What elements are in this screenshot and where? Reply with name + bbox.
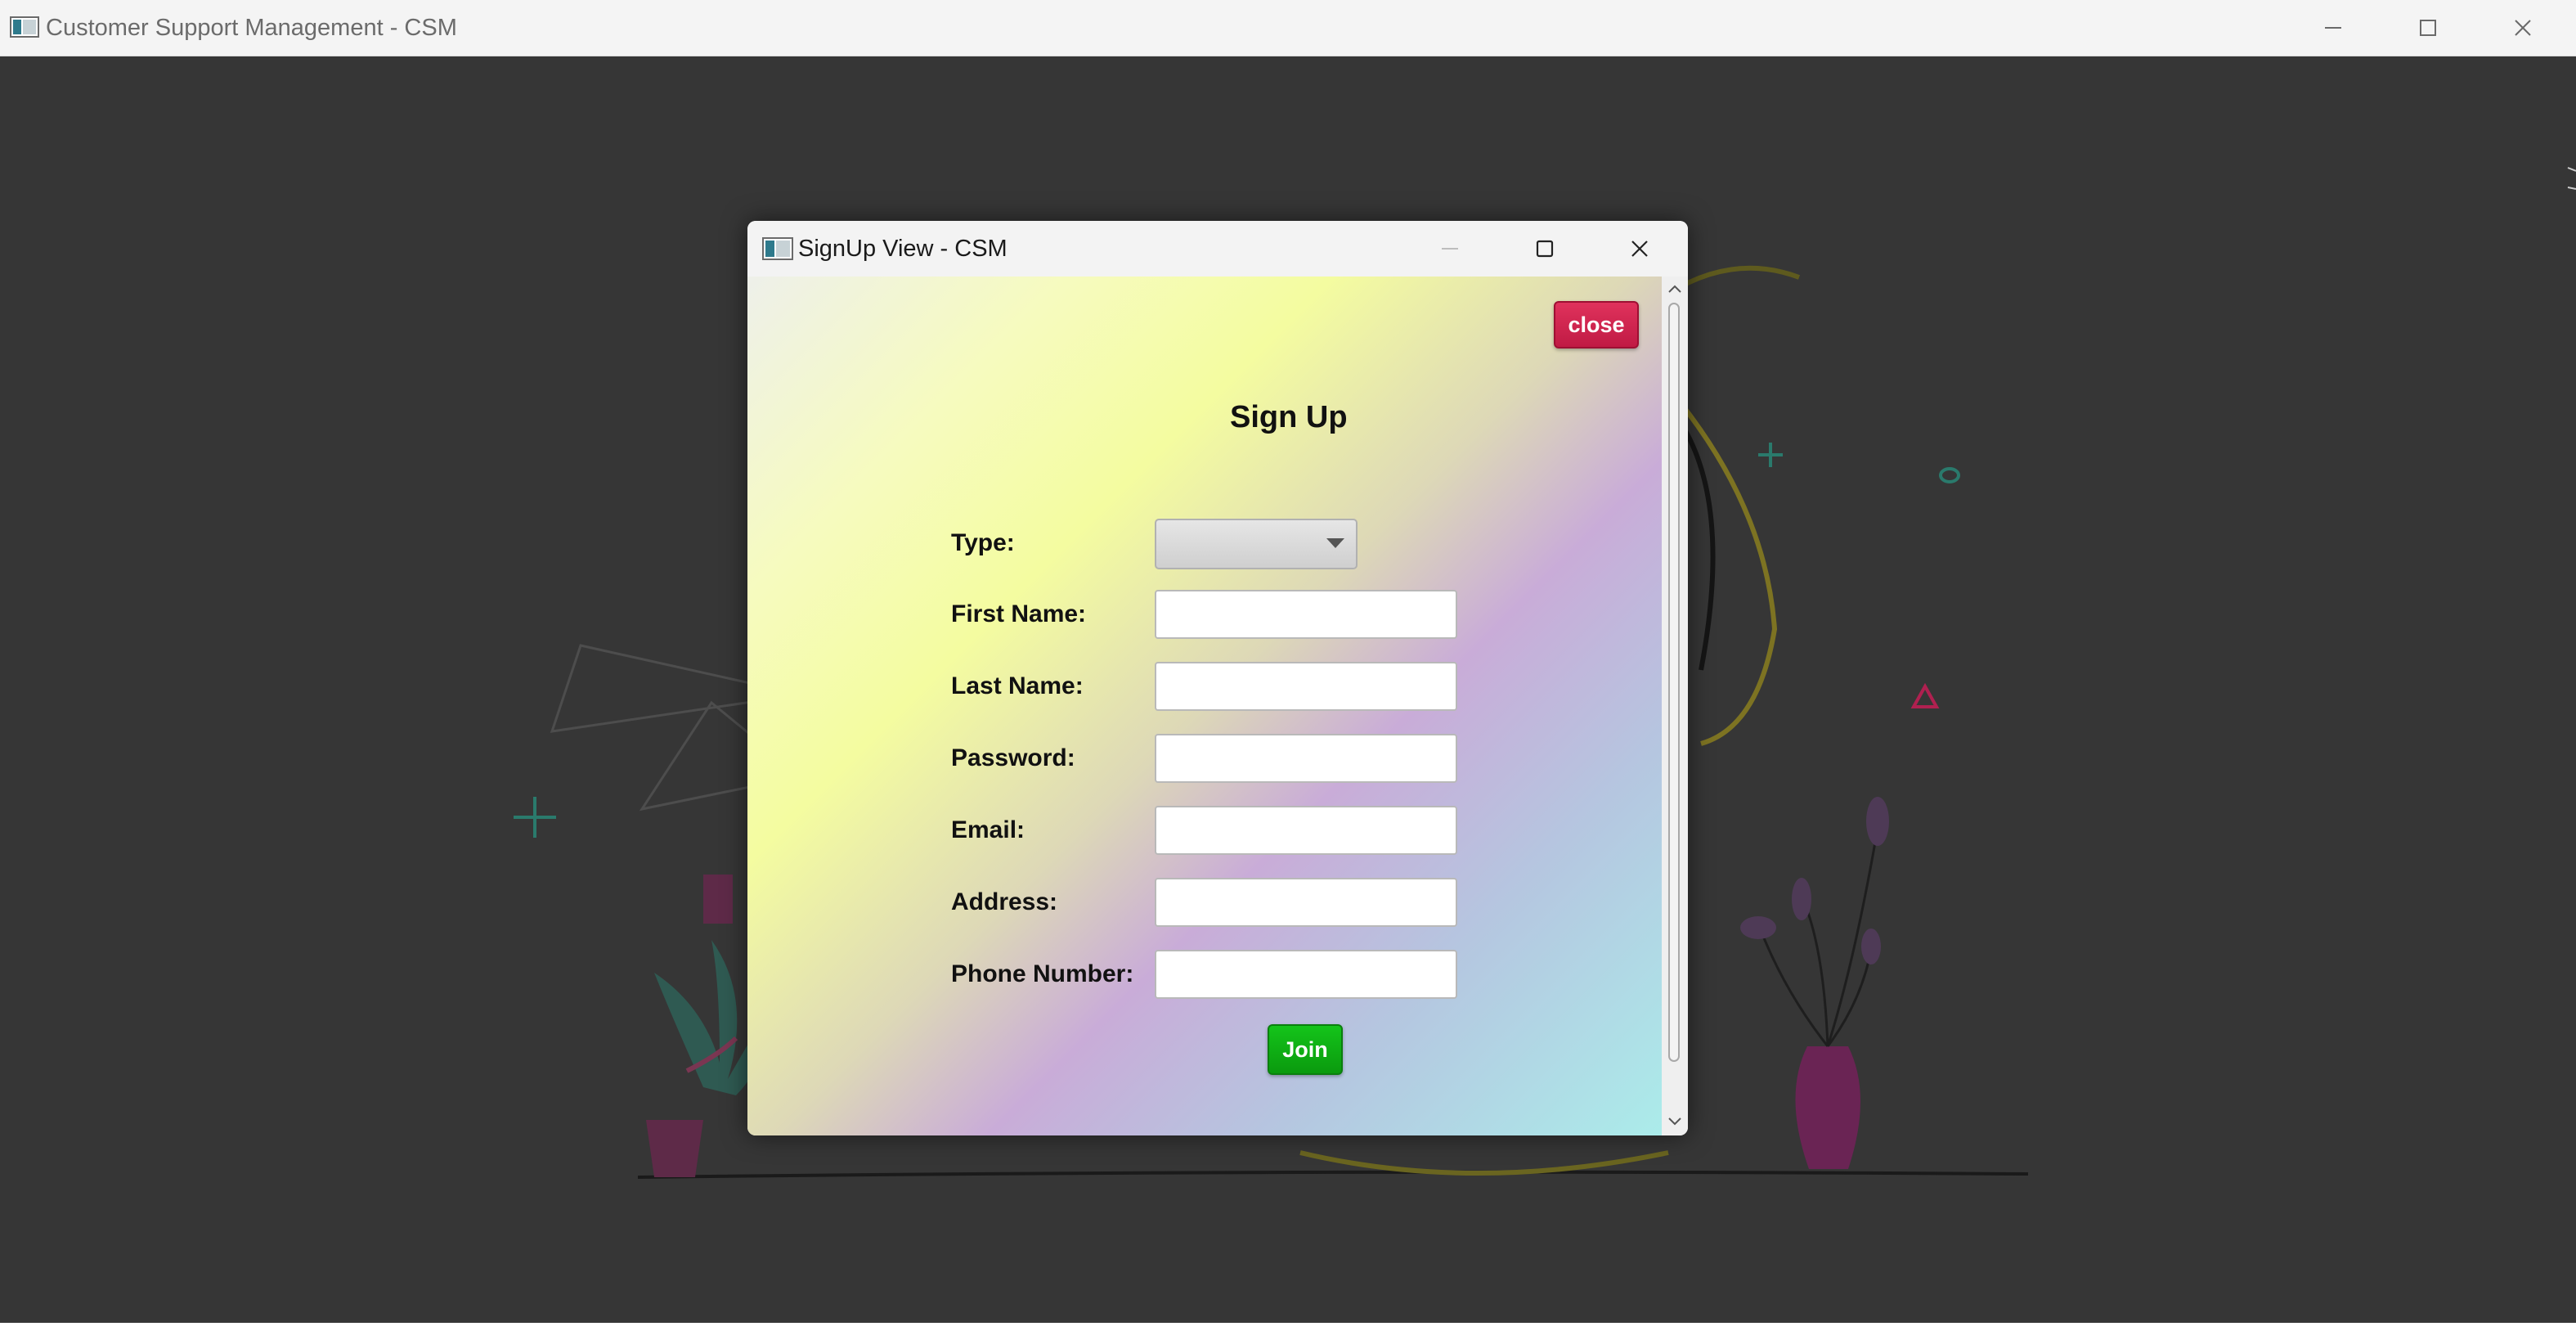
dialog-maximize-button[interactable] [1508, 229, 1582, 268]
last-name-label: Last Name: [951, 672, 1084, 699]
maximize-button[interactable] [2391, 8, 2465, 47]
phone-number-label: Phone Number: [951, 960, 1134, 987]
phone-number-field[interactable] [1155, 950, 1457, 999]
maximize-icon [1536, 240, 1554, 258]
password-field[interactable] [1155, 734, 1457, 783]
main-window-titlebar: Customer Support Management - CSM [0, 0, 2576, 56]
scroll-down-icon[interactable] [1667, 1113, 1683, 1129]
address-field[interactable] [1155, 878, 1457, 927]
chevron-down-icon [1326, 538, 1344, 548]
scroll-up-icon[interactable] [1667, 281, 1683, 298]
dialog-minimize-button[interactable] [1413, 229, 1487, 268]
dialog-title: SignUp View - CSM [798, 236, 1008, 262]
dialog-titlebar[interactable]: SignUp View - CSM [747, 221, 1688, 277]
email-label: Email: [951, 816, 1025, 843]
address-label: Address: [951, 888, 1058, 915]
close-icon [2515, 20, 2531, 36]
dialog-app-icon [762, 237, 793, 260]
join-button[interactable]: Join [1268, 1024, 1343, 1075]
scrollbar-thumb[interactable] [1668, 303, 1680, 1062]
main-window-title: Customer Support Management - CSM [46, 15, 457, 41]
signup-form-panel: close Sign Up Type: First Name: Last Nam… [747, 277, 1662, 1135]
form-heading: Sign Up [1230, 400, 1348, 434]
dialog-close-window-button[interactable] [1603, 229, 1676, 268]
minimize-icon [2325, 27, 2341, 29]
last-name-field[interactable] [1155, 662, 1457, 711]
close-window-button[interactable] [2486, 8, 2560, 47]
app-icon [10, 16, 39, 38]
type-dropdown[interactable] [1155, 519, 1358, 569]
type-label: Type: [951, 529, 1015, 556]
password-label: Password: [951, 744, 1075, 771]
vertical-scrollbar[interactable] [1662, 277, 1688, 1135]
email-field[interactable] [1155, 806, 1457, 855]
first-name-label: First Name: [951, 600, 1087, 627]
close-button[interactable]: close [1554, 301, 1639, 348]
bottom-strip [0, 1323, 2576, 1331]
signup-dialog: SignUp View - CSM close Sign Up Type: Fi… [747, 221, 1688, 1135]
maximize-icon [2420, 20, 2436, 36]
minimize-button[interactable] [2296, 8, 2370, 47]
first-name-field[interactable] [1155, 590, 1457, 639]
close-icon [1631, 241, 1648, 257]
minimize-icon [1442, 248, 1458, 250]
